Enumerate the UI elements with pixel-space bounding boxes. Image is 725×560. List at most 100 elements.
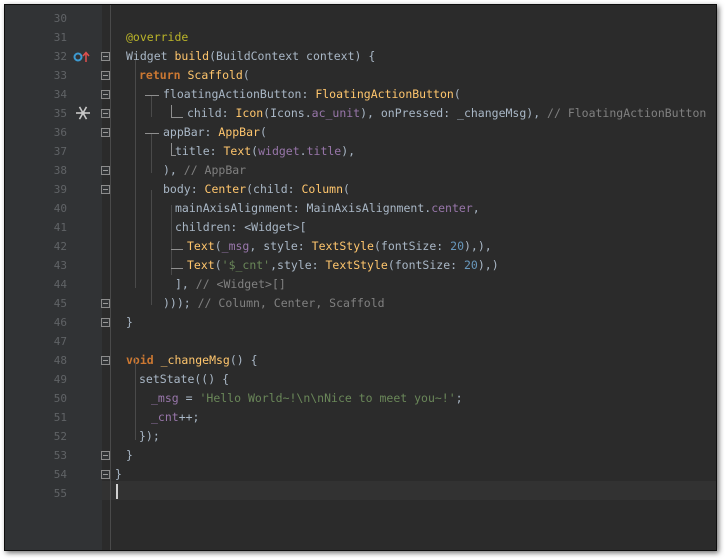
code-line[interactable]: setState(() { xyxy=(102,370,716,389)
code-token: 20 xyxy=(450,239,464,253)
code-line[interactable]: @override xyxy=(102,28,716,47)
code-token: title: xyxy=(175,144,224,158)
code-line[interactable]: }); xyxy=(102,427,716,446)
code-token: } xyxy=(115,467,122,481)
code-token: TextStyle xyxy=(311,239,374,253)
code-line[interactable]: } xyxy=(102,313,716,332)
code-token: appBar: xyxy=(163,125,219,139)
code-token: (BuildContext context) { xyxy=(209,49,376,63)
code-line[interactable]: ))); // Column, Center, Scaffold xyxy=(102,294,716,313)
code-line[interactable]: body: Center(child: Column( xyxy=(102,180,716,199)
code-line[interactable]: child: Icon(Icons.ac_unit), onPressed: _… xyxy=(102,104,716,123)
fold-toggle-icon[interactable] xyxy=(101,166,110,175)
code-token: // Column, Center, Scaffold xyxy=(197,296,385,310)
text-caret xyxy=(116,484,118,499)
code-line-text: ], // <Widget>[] xyxy=(175,275,286,294)
fold-toggle-icon[interactable] xyxy=(101,109,110,118)
line-number: 41 xyxy=(53,221,67,234)
code-line[interactable]: ], // <Widget>[] xyxy=(102,275,716,294)
outline-connector xyxy=(171,155,176,156)
code-line[interactable] xyxy=(102,332,716,351)
code-line[interactable] xyxy=(102,484,716,503)
code-line-text: @override xyxy=(126,28,188,47)
fold-toggle-icon[interactable] xyxy=(101,52,110,61)
code-line-text: setState(() { xyxy=(139,370,229,389)
line-number: 37 xyxy=(53,145,67,158)
code-token: void xyxy=(126,353,161,367)
fold-toggle-icon[interactable] xyxy=(101,356,110,365)
line-number: 49 xyxy=(53,373,67,386)
code-line[interactable]: mainAxisAlignment: MainAxisAlignment.cen… xyxy=(102,199,716,218)
code-token: (Icons. xyxy=(263,106,312,120)
line-number: 38 xyxy=(53,164,67,177)
code-line-text: Text('$_cnt',style: TextStyle(fontSize: … xyxy=(187,256,499,275)
code-token: (fontSize: xyxy=(387,258,464,272)
code-token: _msg xyxy=(151,391,179,405)
code-line[interactable]: Widget build(BuildContext context) { xyxy=(102,47,716,66)
fold-toggle-icon[interactable] xyxy=(101,470,110,479)
code-token: }); xyxy=(139,429,160,443)
fold-toggle-icon[interactable] xyxy=(101,185,110,194)
code-line[interactable]: ), // AppBar xyxy=(102,161,716,180)
code-line[interactable]: void _changeMsg() { xyxy=(102,351,716,370)
code-line-text: body: Center(child: Column( xyxy=(163,180,350,199)
code-token: Column xyxy=(301,182,344,196)
outline-connector xyxy=(171,105,172,117)
code-token: ),) xyxy=(477,258,499,272)
code-line[interactable]: title: Text(widget.title), xyxy=(102,142,716,161)
code-editor[interactable]: 30 31 32 33 34 35 36 37 38 39 40 41 42 43 44 45 46 47 48 49… xyxy=(4,4,717,551)
code-token: (child: xyxy=(246,182,302,196)
fold-toggle-icon[interactable] xyxy=(101,451,110,460)
code-line-text: _msg = 'Hello World~!\n\nNice to meet yo… xyxy=(151,389,463,408)
outline-connector xyxy=(145,133,159,135)
code-line[interactable]: _msg = 'Hello World~!\n\nNice to meet yo… xyxy=(102,389,716,408)
code-token: ++; xyxy=(178,410,200,424)
fold-toggle-icon[interactable] xyxy=(101,71,110,80)
indent-guide xyxy=(151,95,152,117)
code-line[interactable]: Text('$_cnt',style: TextStyle(fontSize: … xyxy=(102,256,716,275)
code-token: @override xyxy=(126,30,189,44)
code-token: Icon xyxy=(235,106,264,120)
code-line[interactable]: floatingActionButton: FloatingActionButt… xyxy=(102,85,716,104)
code-line[interactable]: children: <Widget>[ xyxy=(102,218,716,237)
code-token: Widget xyxy=(126,49,175,63)
code-line[interactable]: Text(_msg, style: TextStyle(fontSize: 20… xyxy=(102,237,716,256)
code-line[interactable]: } xyxy=(102,465,716,484)
code-line[interactable] xyxy=(102,9,716,28)
fold-toggle-icon[interactable] xyxy=(101,318,110,327)
code-token: _changeMsg xyxy=(160,353,230,367)
code-line-text: appBar: AppBar( xyxy=(163,123,267,142)
line-number: 51 xyxy=(53,411,67,424)
code-line[interactable]: return Scaffold( xyxy=(102,66,716,85)
code-line-text: floatingActionButton: FloatingActionButt… xyxy=(163,85,461,104)
code-token: 20 xyxy=(463,258,478,272)
code-token: ))); xyxy=(163,296,198,310)
code-line-text: } xyxy=(126,313,133,332)
code-line[interactable]: } xyxy=(102,446,716,465)
code-token: , xyxy=(472,201,480,215)
override-marker-icon[interactable] xyxy=(73,50,91,64)
fold-toggle-icon[interactable] xyxy=(101,299,110,308)
code-token: ( xyxy=(214,239,222,253)
code-token: title xyxy=(306,144,342,158)
code-line[interactable]: appBar: AppBar( xyxy=(102,123,716,142)
code-token: '$_cnt' xyxy=(221,258,271,272)
line-number: 48 xyxy=(53,354,67,367)
code-line[interactable]: _cnt++; xyxy=(102,408,716,427)
line-number: 34 xyxy=(53,88,67,101)
code-token: = xyxy=(178,391,200,405)
code-token: widget xyxy=(258,144,300,158)
code-token: ), xyxy=(341,144,356,158)
code-area[interactable]: @override Widget build(BuildContext conte… xyxy=(102,5,716,550)
snowflake-icon[interactable] xyxy=(75,105,91,121)
fold-toggle-icon[interactable] xyxy=(101,128,110,137)
code-token: AppBar xyxy=(218,125,260,139)
line-number: 36 xyxy=(53,126,67,139)
code-token: ), onPressed: _changeMsg), xyxy=(360,106,548,120)
code-token: ,style: xyxy=(270,258,326,272)
indent-guide xyxy=(171,205,172,275)
code-token: FloatingActionButton xyxy=(315,87,454,101)
outline-connector xyxy=(171,143,172,155)
code-line-text: void _changeMsg() { xyxy=(126,351,258,370)
fold-toggle-icon[interactable] xyxy=(101,90,110,99)
